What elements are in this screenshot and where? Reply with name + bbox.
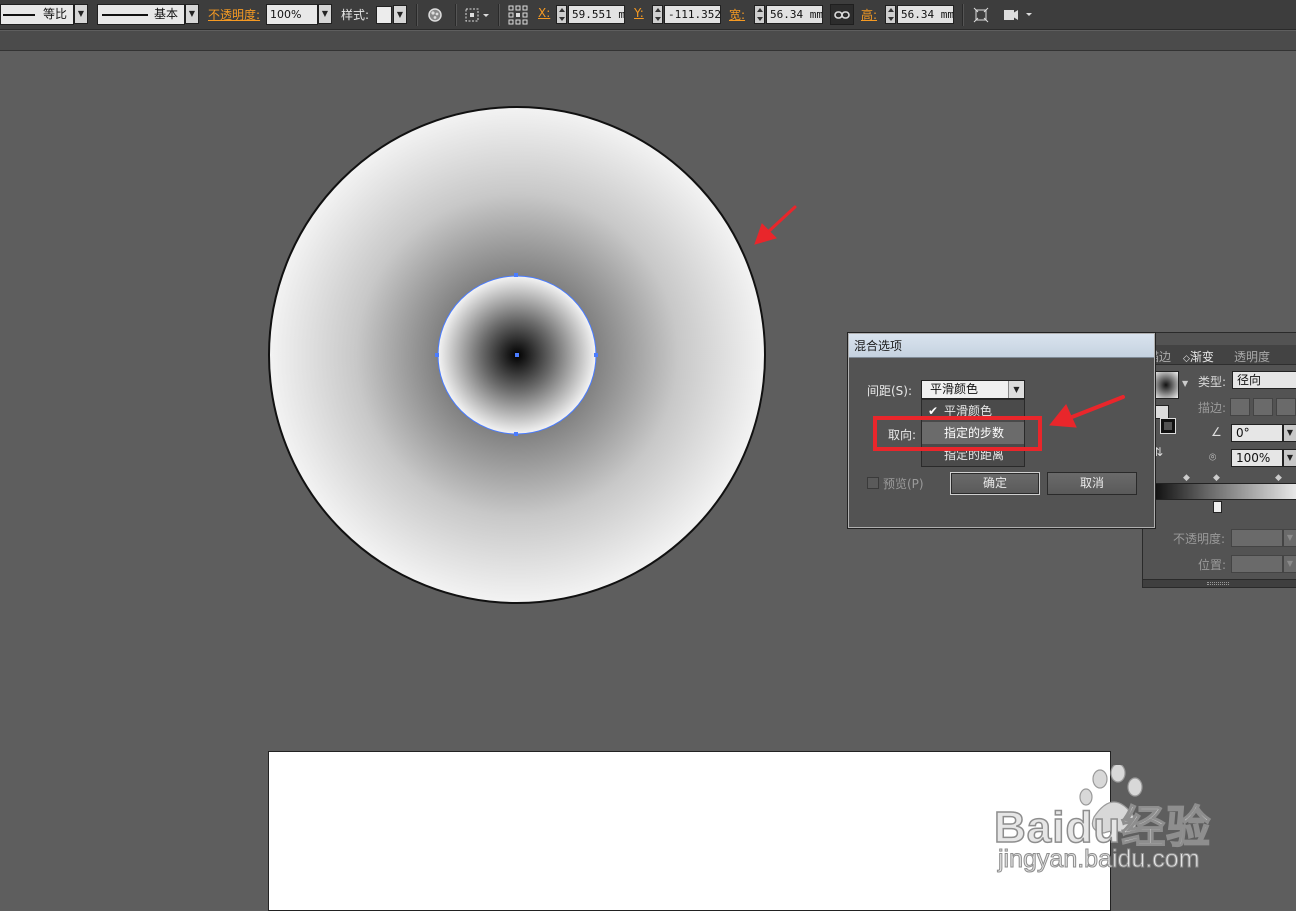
tab-arrow-icon: ◇ [1183, 354, 1190, 364]
chevron-down-icon[interactable]: ▼ [318, 4, 332, 24]
stop-location-label: 位置: [1198, 558, 1227, 572]
chevron-down-icon[interactable]: ▼ [1283, 424, 1296, 442]
dialog-title[interactable]: 混合选项 [849, 334, 1154, 358]
type-select[interactable]: 径向 [1232, 371, 1296, 389]
stroke-profile-value: 等比 [43, 7, 68, 21]
chevron-down-icon[interactable]: ▼ [185, 4, 199, 24]
stop-opacity-input [1231, 529, 1283, 547]
angle-input[interactable]: 0° [1231, 424, 1283, 442]
y-spinner[interactable] [652, 5, 663, 24]
preview-label[interactable]: 预览(P) [883, 475, 924, 492]
document-tab-strip [0, 31, 1296, 51]
link-icon[interactable] [830, 4, 854, 25]
chevron-down-icon[interactable]: ▼ [1008, 381, 1024, 398]
opacity-label[interactable]: 不透明度: [208, 6, 260, 23]
aspect-ratio-icon: ⌾ [1209, 450, 1217, 464]
x-spinner[interactable] [556, 5, 567, 24]
angle-icon: ∠ [1211, 425, 1222, 439]
width-input[interactable]: 56.34 mm [766, 5, 823, 24]
artboard[interactable] [268, 751, 1111, 911]
height-label[interactable]: 高: [861, 6, 877, 23]
preview-checkbox[interactable] [867, 477, 879, 489]
opacity-value: 100% [270, 8, 302, 21]
spacing-value: 平滑颜色 [930, 382, 979, 396]
gradient-stop[interactable] [1213, 501, 1222, 513]
reference-point-icon[interactable] [506, 4, 530, 25]
spacing-select[interactable]: 平滑颜色 ▼ [921, 380, 1025, 399]
chevron-down-icon[interactable]: ▼ [1283, 449, 1296, 467]
isolate-icon[interactable] [1000, 4, 1038, 25]
style-label: 样式: [341, 8, 370, 22]
gradient-preview-swatch[interactable] [1153, 371, 1179, 399]
chevron-down-icon[interactable]: ▼ [1182, 379, 1188, 388]
height-input[interactable]: 56.34 mm [897, 5, 954, 24]
x-input[interactable]: 59.551 mm [568, 5, 625, 24]
tab-transparency[interactable]: 透明度 [1234, 348, 1270, 365]
brush-line-icon [102, 14, 148, 16]
panel-tabs: 描边 ◇渐变 透明度 [1143, 345, 1296, 365]
chevron-down-icon: ▼ [1283, 529, 1296, 547]
watermark-url: jingyan.baidu.com [998, 845, 1201, 874]
midpoint-markers[interactable]: ◆ ◆ ◆ [1143, 473, 1296, 483]
annotation-highlight-box [873, 416, 1042, 451]
x-label[interactable]: X: [538, 6, 550, 20]
tab-gradient-label: 渐变 [1189, 350, 1214, 364]
y-label[interactable]: Y: [634, 6, 644, 20]
control-bar: 等比 ▼ 基本 ▼ 不透明度: 100% ▼ 样式: ▼ X: 59.551 m… [0, 0, 1296, 30]
spacing-label: 间距(S): [867, 384, 913, 398]
width-label[interactable]: 宽: [729, 6, 745, 23]
blend-artwork[interactable] [262, 100, 772, 610]
stroke-label: 描边: [1198, 401, 1227, 415]
width-spinner[interactable] [754, 5, 765, 24]
tab-gradient[interactable]: ◇渐变 [1183, 348, 1214, 365]
ok-button[interactable]: 确定 [950, 472, 1040, 495]
panel-resize-handle[interactable] [1143, 579, 1296, 587]
gradient-panel: 描边 ◇渐变 透明度 ▼ 类型: 径向 描边: ⇅ ∠ 0° ▼ ⌾ 100% … [1142, 332, 1296, 588]
opacity-input[interactable]: 100% [266, 4, 318, 25]
transform-icon[interactable] [970, 4, 992, 25]
brush-dropdown[interactable]: 基本 [97, 4, 185, 25]
cancel-button[interactable]: 取消 [1047, 472, 1137, 495]
type-label: 类型: [1198, 375, 1227, 389]
align-selection-icon[interactable] [462, 4, 492, 25]
stroke-gradient-buttons[interactable] [1230, 398, 1296, 416]
stop-location-input [1231, 555, 1283, 573]
gradient-slider[interactable] [1143, 483, 1296, 500]
chevron-down-icon: ▼ [1283, 555, 1296, 573]
chevron-down-icon[interactable]: ▼ [74, 4, 88, 24]
height-spinner[interactable] [885, 5, 896, 24]
stop-opacity-label: 不透明度: [1173, 532, 1226, 546]
chevron-down-icon[interactable]: ▼ [393, 5, 407, 24]
aspect-ratio-input[interactable]: 100% [1231, 449, 1283, 467]
recolor-icon[interactable] [424, 4, 446, 25]
brush-value: 基本 [154, 7, 179, 21]
stroke-line-icon [3, 14, 35, 16]
fill-stroke-icon[interactable] [1155, 405, 1177, 435]
y-input[interactable]: -111.352 [664, 5, 721, 24]
stroke-profile-dropdown[interactable]: 等比 [0, 4, 74, 25]
baidu-watermark: Baidu经验 jingyan.baidu.com [990, 765, 1250, 885]
style-swatch[interactable] [376, 6, 392, 24]
